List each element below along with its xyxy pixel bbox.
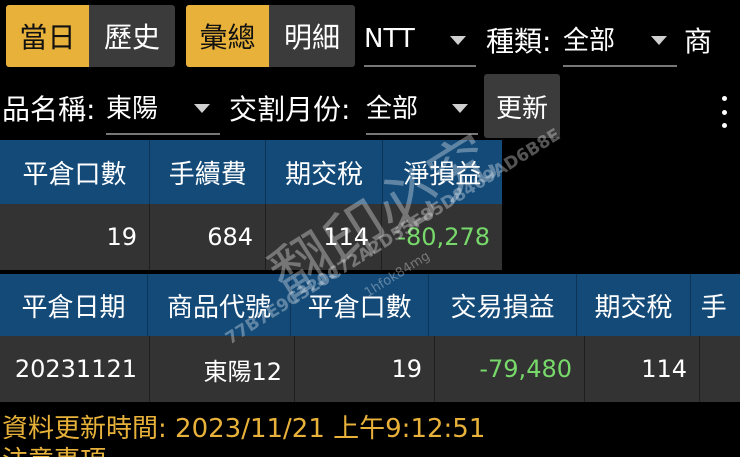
product-label-end: 品名稱: (2, 92, 96, 126)
detail-table-row[interactable]: 20231121 東陽12 19 -79,480 114 (0, 336, 740, 402)
currency-value: NTT (364, 23, 415, 54)
currency-dropdown[interactable]: NTT (364, 12, 476, 67)
tab-history-label: 歷史 (103, 21, 160, 54)
detail-header-tax: 期交稅 (577, 274, 691, 336)
summary-header-tax: 期交稅 (266, 140, 383, 204)
type-dropdown[interactable]: 全部 (563, 12, 677, 67)
detail-cell-close-date: 20231121 (0, 336, 150, 402)
refresh-button-label: 更新 (495, 93, 548, 124)
tab-detail[interactable]: 明細 (269, 5, 355, 67)
tab-summary-label: 彙總 (199, 21, 256, 54)
chevron-down-icon (651, 35, 667, 45)
notice-text-partial: 注意事項 (2, 446, 106, 457)
tab-detail-label: 明細 (283, 21, 340, 54)
type-value: 全部 (563, 26, 616, 56)
product-dropdown[interactable]: 東陽 (106, 80, 220, 135)
month-label: 交割月份: (229, 92, 351, 126)
detail-header-close-lots: 平倉口數 (291, 274, 430, 336)
detail-header-product-code: 商品代號 (147, 274, 292, 336)
month-value: 全部 (366, 94, 419, 124)
chevron-down-icon (194, 103, 210, 113)
detail-cell-fee-partial (700, 336, 740, 402)
detail-cell-tax: 114 (585, 336, 700, 402)
summary-header-net-pnl: 淨損益 (382, 140, 503, 204)
month-dropdown[interactable]: 全部 (366, 80, 478, 135)
detail-header-trade-pnl: 交易損益 (429, 274, 578, 336)
detail-cell-trade-pnl: -79,480 (435, 336, 585, 402)
summary-table-header: 平倉口數 手續費 期交稅 淨損益 (0, 140, 503, 204)
summary-cell-lots: 19 (0, 204, 150, 270)
chevron-down-icon (450, 35, 466, 45)
summary-cell-tax: 114 (266, 204, 382, 270)
detail-header-fee-partial: 手 (690, 274, 740, 336)
detail-cell-product-code: 東陽12 (150, 336, 295, 402)
refresh-button[interactable]: 更新 (484, 74, 560, 138)
more-options-icon[interactable] (718, 96, 730, 128)
summary-header-fee: 手續費 (150, 140, 267, 204)
tab-summary[interactable]: 彙總 (186, 5, 269, 67)
product-label-start: 商 (684, 24, 713, 58)
summary-header-lots: 平倉口數 (0, 140, 151, 204)
detail-header-close-date: 平倉日期 (0, 274, 148, 336)
tab-today[interactable]: 當日 (6, 5, 89, 67)
chevron-down-icon (452, 103, 468, 113)
summary-cell-fee: 684 (150, 204, 266, 270)
update-time-text: 資料更新時間: 2023/11/21 上午9:12:51 (2, 414, 486, 444)
tab-history[interactable]: 歷史 (89, 5, 175, 67)
tab-today-label: 當日 (19, 21, 76, 54)
type-label: 種類: (486, 24, 552, 58)
product-value: 東陽 (106, 94, 159, 124)
summary-cell-net-pnl: -80,278 (382, 204, 502, 270)
summary-table-row: 19 684 114 -80,278 (0, 204, 502, 270)
detail-cell-close-lots: 19 (295, 336, 435, 402)
detail-table-header: 平倉日期 商品代號 平倉口數 交易損益 期交稅 手 (0, 274, 740, 336)
